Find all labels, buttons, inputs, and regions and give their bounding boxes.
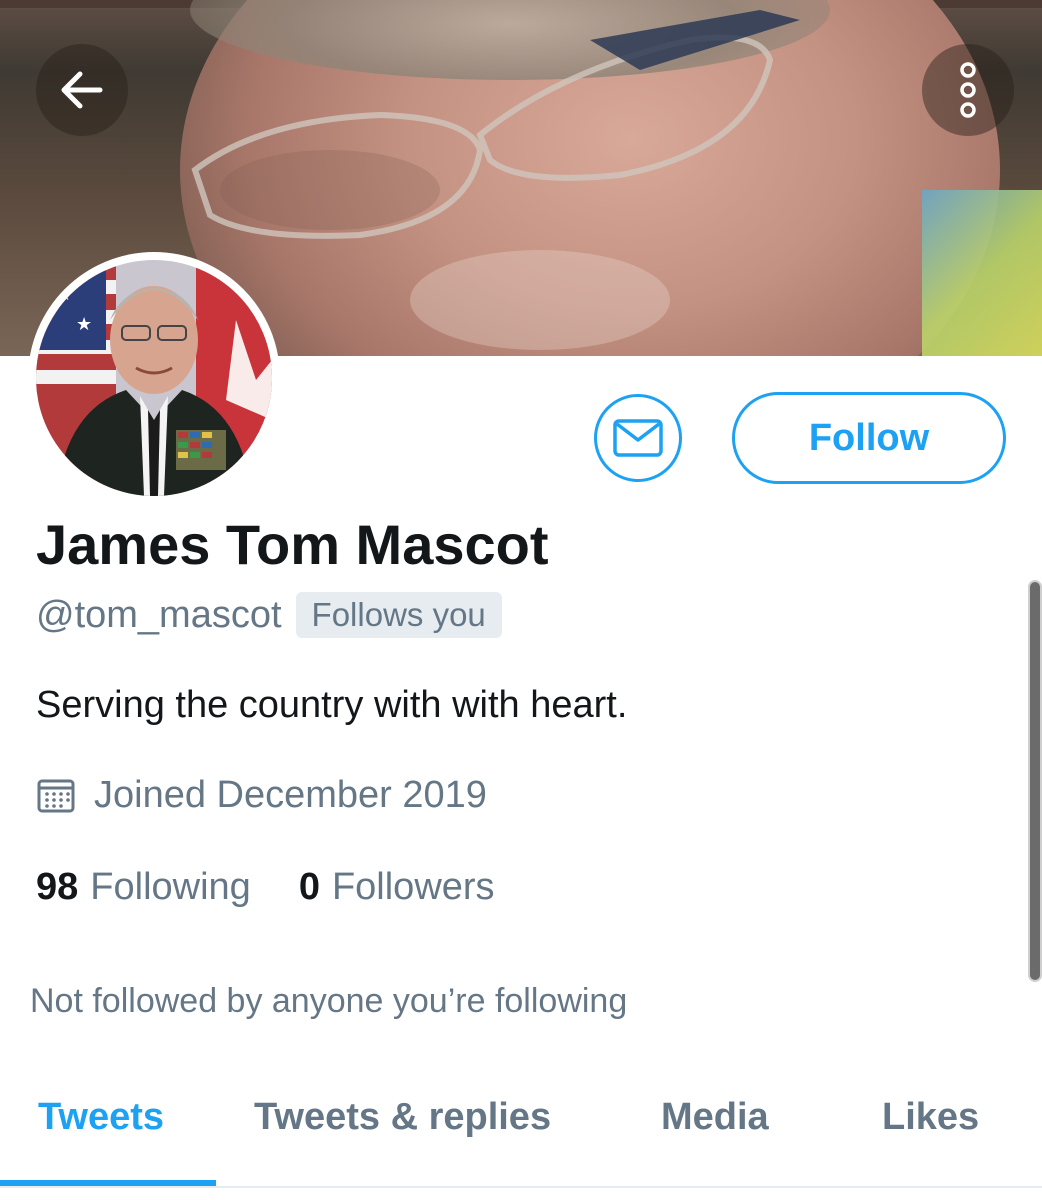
scrollbar[interactable] bbox=[1028, 580, 1042, 982]
follow-button[interactable]: Follow bbox=[732, 392, 1006, 484]
calendar-icon bbox=[37, 779, 75, 812]
more-options-button[interactable] bbox=[922, 44, 1014, 136]
tab-likes[interactable]: Likes bbox=[882, 1096, 979, 1139]
envelope-icon bbox=[613, 419, 663, 457]
following-count: 98 bbox=[36, 866, 79, 908]
profile-bio: Serving the country with with heart. bbox=[36, 684, 628, 726]
joined-date: Joined December 2019 bbox=[94, 774, 487, 816]
tabs-divider bbox=[0, 1186, 1042, 1188]
svg-text:★: ★ bbox=[76, 314, 92, 335]
joined-row: Joined December 2019 bbox=[36, 774, 487, 817]
handle-row: @tom_mascot Follows you bbox=[36, 592, 502, 638]
profile-page: ★ ★ Follow James Tom Mascot @tom_mascot … bbox=[0, 0, 1042, 1200]
followers-stat[interactable]: 0 Followers bbox=[299, 866, 495, 909]
followers-label: Followers bbox=[331, 866, 495, 908]
followers-count: 0 bbox=[298, 866, 320, 908]
message-button[interactable] bbox=[594, 394, 682, 482]
tab-tweets[interactable]: Tweets bbox=[38, 1096, 164, 1139]
back-button[interactable] bbox=[36, 44, 128, 136]
follow-stats: 98 Following 0 Followers bbox=[36, 866, 495, 909]
avatar[interactable]: ★ ★ bbox=[28, 252, 280, 504]
profile-name: James Tom Mascot bbox=[36, 513, 549, 576]
more-vertical-icon bbox=[960, 62, 976, 118]
tab-tweets-and-replies[interactable]: Tweets & replies bbox=[254, 1096, 551, 1139]
mutual-followers-note: Not followed by anyone you’re following bbox=[30, 982, 628, 1020]
profile-tabs: Tweets Tweets & replies Media Likes bbox=[0, 1078, 1042, 1188]
tab-media[interactable]: Media bbox=[661, 1096, 769, 1139]
avatar-image: ★ ★ bbox=[36, 260, 272, 496]
arrow-left-icon bbox=[61, 71, 103, 109]
profile-handle: @tom_mascot bbox=[36, 593, 282, 636]
following-stat[interactable]: 98 Following bbox=[36, 866, 251, 909]
following-label: Following bbox=[90, 866, 251, 908]
follows-you-badge: Follows you bbox=[295, 592, 502, 638]
